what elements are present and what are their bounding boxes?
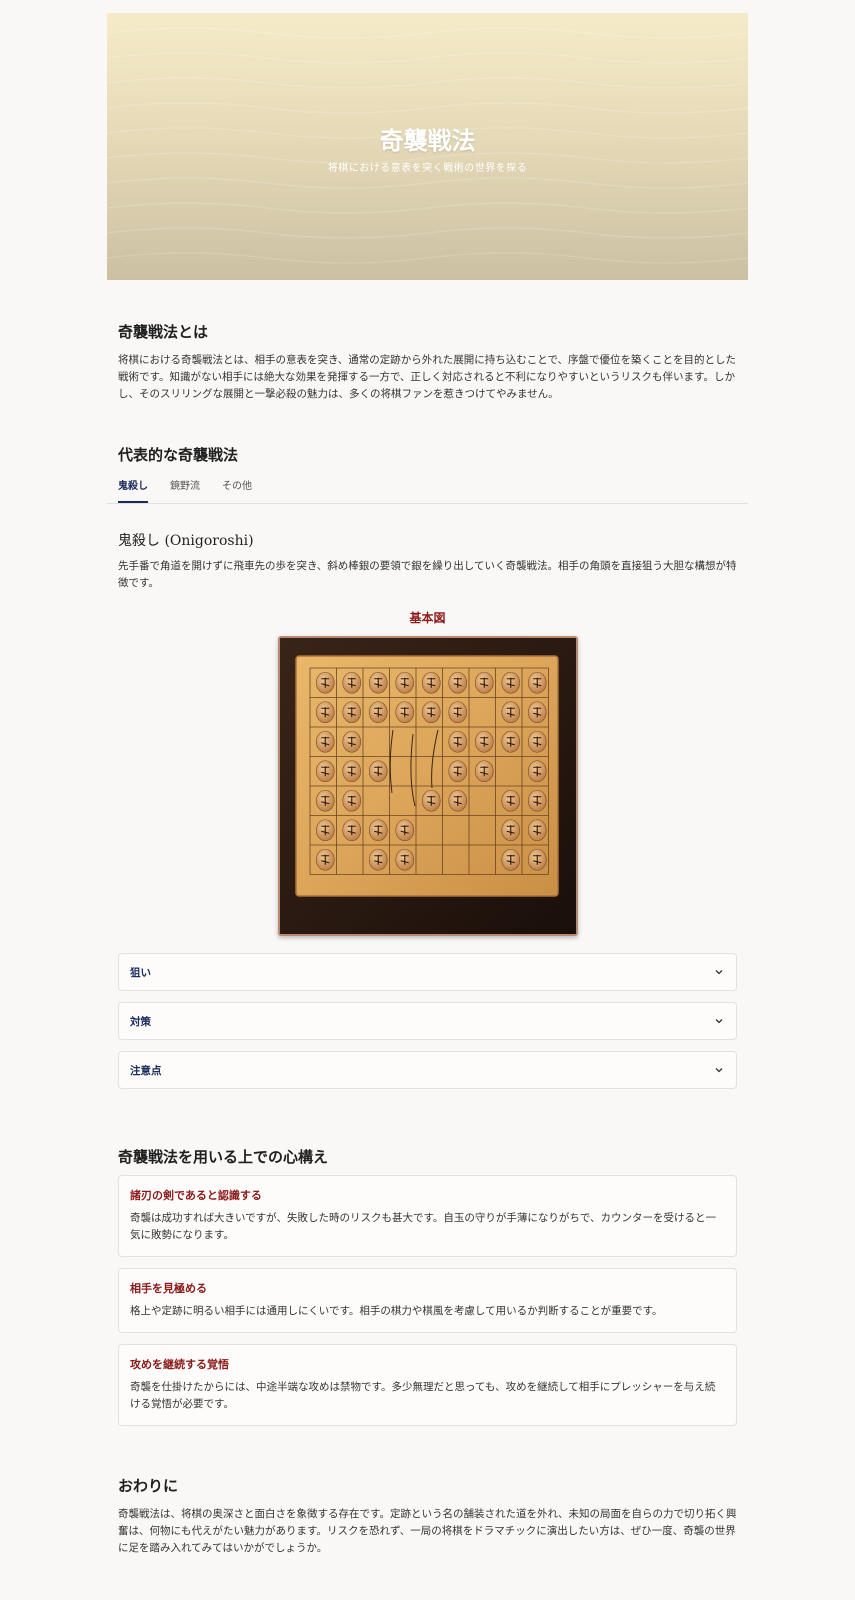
shogi-piece xyxy=(527,701,547,724)
main-content: 奇襲戦法とは 将棋における奇襲戦法とは、相手の意表を突き、通常の定跡から外れた展… xyxy=(107,321,748,1557)
shogi-piece xyxy=(474,671,494,694)
intro-heading: 奇襲戦法とは xyxy=(118,323,209,341)
shogi-piece xyxy=(341,671,361,694)
shogi-piece xyxy=(315,789,335,812)
accordion-caution-label: 注意点 xyxy=(130,1064,162,1077)
tab-kagamino[interactable]: 鏡野流 xyxy=(170,477,200,503)
mindset-card: 諸刃の剣であると認識する 奇襲は成功すれば大きいですが、失敗した時のリスクも甚大… xyxy=(118,1175,737,1257)
shogi-piece xyxy=(421,671,441,694)
tactics-tabs: 鬼殺し 鏡野流 その他 xyxy=(107,477,748,504)
tactics-heading: 代表的な奇襲戦法 xyxy=(118,446,239,464)
chevron-down-icon xyxy=(715,1068,723,1073)
tactic-detail-title: 鬼殺し (Onigoroshi) xyxy=(118,533,254,549)
shogi-board-illustration xyxy=(279,638,576,934)
mindset-card: 攻めを継続する覚悟 奇襲を仕掛けたからには、中途半端な攻めは禁物です。多少無理だ… xyxy=(118,1344,737,1426)
shogi-piece xyxy=(315,848,335,871)
accordion-aim-label: 狙い xyxy=(130,966,151,979)
shogi-piece xyxy=(447,760,467,783)
shogi-piece xyxy=(368,671,388,694)
tactics-section: 代表的な奇襲戦法 鬼殺し 鏡野流 その他 鬼殺し (Onigoroshi) 先手… xyxy=(107,444,748,1089)
shogi-piece xyxy=(500,671,520,694)
shogi-piece xyxy=(368,701,388,724)
shogi-piece xyxy=(447,671,467,694)
shogi-piece xyxy=(527,848,547,871)
shogi-piece xyxy=(368,760,388,783)
figure-title: 基本図 xyxy=(409,611,446,625)
shogi-piece xyxy=(447,701,467,724)
chevron-down-icon xyxy=(715,970,723,975)
shogi-piece xyxy=(474,760,494,783)
shogi-piece xyxy=(447,789,467,812)
chevron-down-icon xyxy=(715,1019,723,1024)
mindset-heading: 奇襲戦法を用いる上での心構え xyxy=(118,1148,329,1166)
shogi-piece xyxy=(394,848,414,871)
shogi-piece xyxy=(341,701,361,724)
shogi-piece xyxy=(500,819,520,842)
shogi-piece xyxy=(527,789,547,812)
shogi-piece xyxy=(500,789,520,812)
mindset-card-title: 攻めを継続する覚悟 xyxy=(130,1358,229,1371)
tactic-detail-body: 先手番で角道を開けずに飛車先の歩を突き、斜め棒銀の要領で銀を繰り出していく奇襲戦… xyxy=(118,560,737,589)
shogi-piece xyxy=(500,730,520,753)
shogi-piece xyxy=(341,789,361,812)
shogi-piece xyxy=(394,701,414,724)
shogi-piece xyxy=(315,671,335,694)
hero-banner: 奇襲戦法 将棋における意表を突く戦術の世界を探る xyxy=(107,13,748,280)
shogi-piece xyxy=(315,701,335,724)
shogi-piece xyxy=(527,760,547,783)
board-image xyxy=(277,636,578,936)
accordion-aim[interactable]: 狙い xyxy=(118,953,737,991)
shogi-piece xyxy=(527,671,547,694)
shogi-piece xyxy=(421,789,441,812)
shogi-piece xyxy=(341,760,361,783)
shogi-piece xyxy=(315,819,335,842)
closing-section: おわりに 奇襲戦法は、将棋の奥深さと面白さを象徴する存在です。定跡という名の舗装… xyxy=(118,1475,737,1557)
mindset-card-body: 奇襲は成功すれば大きいですが、失敗した時のリスクも甚大です。自玉の守りが手薄にな… xyxy=(130,1212,717,1241)
shogi-piece xyxy=(341,819,361,842)
mindset-card: 相手を見極める 格上や定跡に明るい相手には通用しにくいです。相手の棋力や棋風を考… xyxy=(118,1268,737,1333)
shogi-piece xyxy=(315,730,335,753)
mindset-card-title: 相手を見極める xyxy=(130,1282,207,1295)
shogi-piece xyxy=(421,701,441,724)
shogi-piece xyxy=(394,819,414,842)
shogi-piece xyxy=(474,730,494,753)
mindset-card-title: 諸刃の剣であると認識する xyxy=(130,1189,262,1202)
shogi-piece xyxy=(368,848,388,871)
shogi-piece xyxy=(447,730,467,753)
intro-section: 奇襲戦法とは 将棋における奇襲戦法とは、相手の意表を突き、通常の定跡から外れた展… xyxy=(118,321,737,403)
accordion-countermeasure-label: 対策 xyxy=(130,1015,151,1028)
tab-panel-onigoroshi: 鬼殺し (Onigoroshi) 先手番で角道を開けずに飛車先の歩を突き、斜め棒… xyxy=(118,530,737,1089)
shogi-piece xyxy=(315,760,335,783)
page: 奇襲戦法 将棋における意表を突く戦術の世界を探る 奇襲戦法とは 将棋における奇襲… xyxy=(107,13,748,1557)
shogi-piece xyxy=(368,819,388,842)
shogi-piece xyxy=(527,730,547,753)
closing-body: 奇襲戦法は、将棋の奥深さと面白さを象徴する存在です。定跡という名の舗装された道を… xyxy=(118,1508,737,1554)
shogi-piece xyxy=(341,730,361,753)
accordion-countermeasure[interactable]: 対策 xyxy=(118,1002,737,1040)
tab-onigoroshi[interactable]: 鬼殺し xyxy=(118,477,148,503)
shogi-piece xyxy=(527,819,547,842)
hero-title: 奇襲戦法 xyxy=(379,126,476,155)
shogi-piece xyxy=(500,701,520,724)
mindset-card-body: 奇襲を仕掛けたからには、中途半端な攻めは禁物です。多少無理だと思っても、攻めを継… xyxy=(130,1381,716,1410)
closing-heading: おわりに xyxy=(118,1477,179,1495)
shogi-piece xyxy=(394,671,414,694)
intro-body: 将棋における奇襲戦法とは、相手の意表を突き、通常の定跡から外れた展開に持ち込むこ… xyxy=(118,354,737,400)
shogi-piece xyxy=(500,848,520,871)
mindset-section: 奇襲戦法を用いる上での心構え 諸刃の剣であると認識する 奇襲は成功すれば大きいで… xyxy=(118,1146,737,1426)
mindset-card-body: 格上や定跡に明るい相手には通用しにくいです。相手の棋力や棋風を考慮して用いるか判… xyxy=(130,1305,663,1317)
hero-subtitle: 将棋における意表を突く戦術の世界を探る xyxy=(327,163,528,174)
tab-other[interactable]: その他 xyxy=(222,477,252,503)
accordion-caution[interactable]: 注意点 xyxy=(118,1051,737,1089)
